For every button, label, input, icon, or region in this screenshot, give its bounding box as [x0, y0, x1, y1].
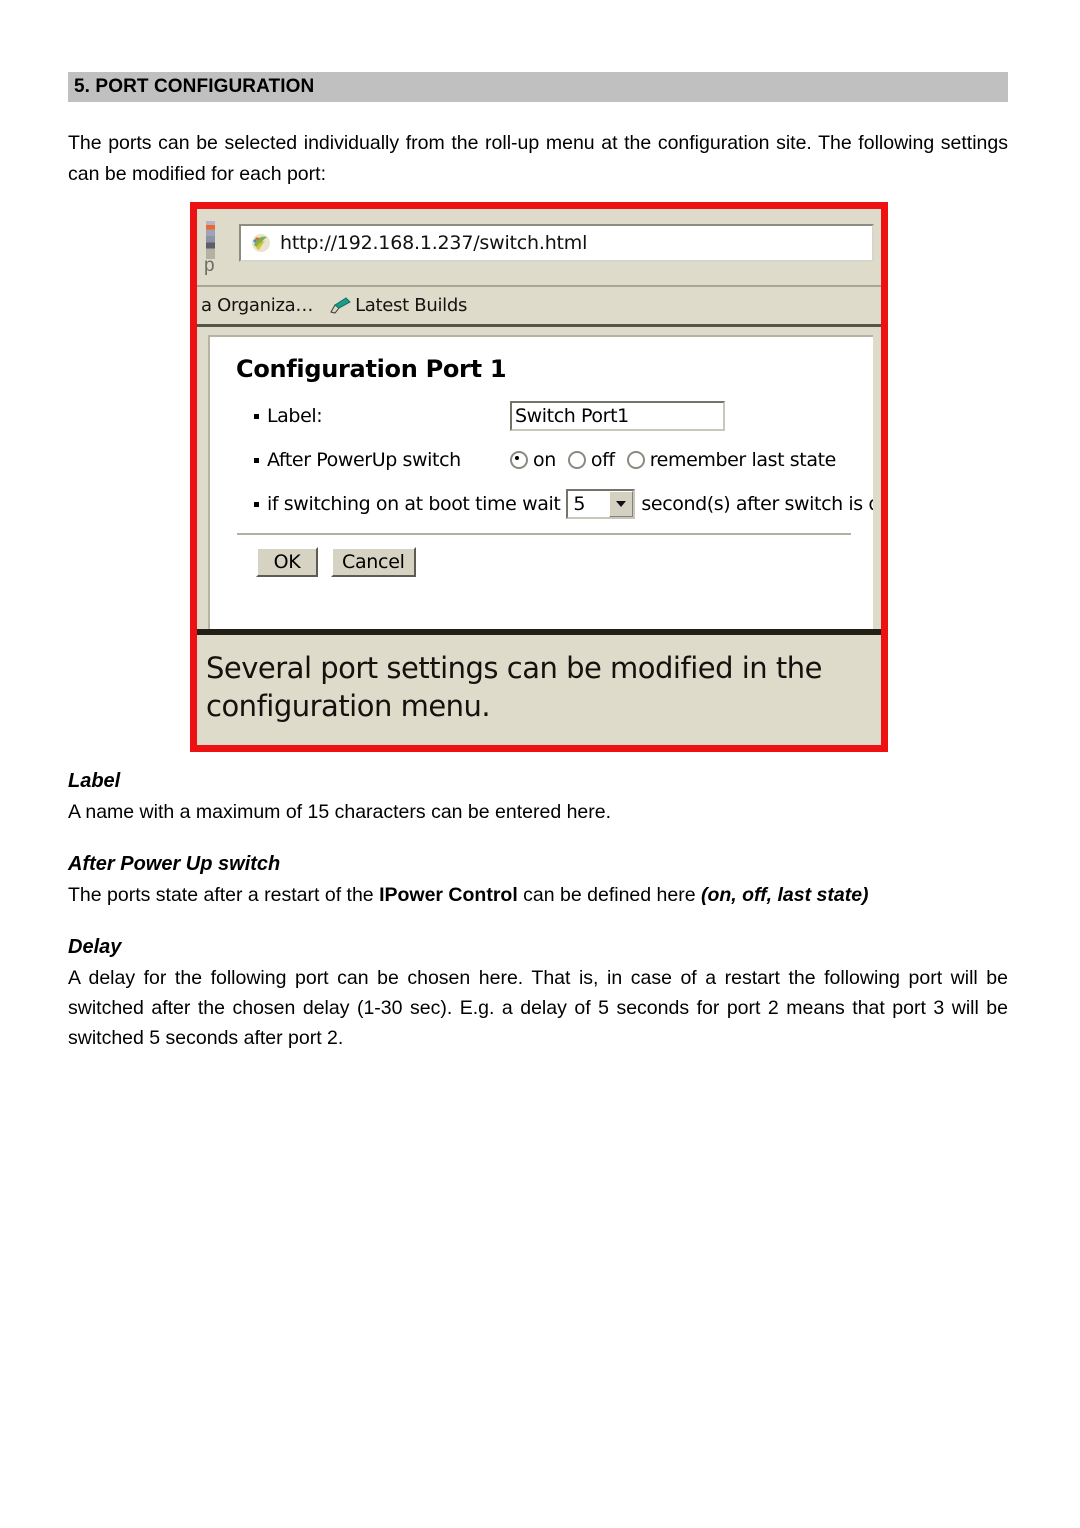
toolbar-icons-sliver — [206, 221, 215, 259]
bookmark-label: Latest Builds — [355, 295, 468, 316]
delay-prefix-text: if switching on at boot time wait — [267, 493, 561, 515]
chevron-down-icon[interactable] — [609, 491, 634, 517]
radio-remember-last-state-label: remember last state — [649, 449, 837, 471]
section-delay-paragraph: A delay for the following port can be ch… — [68, 967, 1008, 1049]
label-input[interactable]: Switch Port1 — [510, 401, 725, 431]
ok-button[interactable]: OK — [256, 547, 318, 577]
form-row-delay: if switching on at boot time wait 5 seco… — [232, 489, 873, 519]
firefox-favicon — [250, 232, 272, 254]
section-label-paragraph: A name with a maximum of 15 characters c… — [68, 801, 612, 823]
figure-caption: Several port settings can be modified in… — [197, 629, 881, 745]
description-sections: Label A name with a maximum of 15 charac… — [68, 770, 1008, 1079]
radio-off[interactable] — [567, 451, 586, 469]
configuration-form: Configuration Port 1 Label: Switch Port1… — [208, 335, 873, 631]
form-row-label: Label: Switch Port1 — [232, 401, 873, 431]
bullet-icon — [254, 413, 259, 419]
form-row-powerup: After PowerUp switch on off remember las… — [232, 449, 873, 471]
cancel-button[interactable]: Cancel — [331, 547, 416, 577]
radio-off-label: off — [590, 449, 615, 471]
powerup-field-label: After PowerUp switch — [232, 449, 510, 471]
address-bar[interactable]: http://192.168.1.237/switch.html — [239, 224, 874, 262]
apu-part1: The ports state after a restart of the — [68, 884, 380, 906]
intro-paragraph: The ports can be selected individually f… — [68, 132, 1008, 185]
page-title: 5. PORT CONFIGURATION — [74, 76, 315, 97]
toolbar-letter-fragment: p — [204, 255, 215, 276]
apu-part2: can be defined here — [517, 884, 701, 906]
form-buttons: OK Cancel — [256, 547, 873, 577]
apu-bold-italic: (on, off, last state) — [700, 884, 869, 906]
section-after-power-up-paragraph: The ports state after a restart of the I… — [68, 880, 1008, 910]
document-page: 5. PORT CONFIGURATION The ports can be s… — [68, 0, 1008, 210]
section-heading-bar: 5. PORT CONFIGURATION — [68, 72, 1008, 102]
browser-window: p http://192.168.1.237/switch.html a Org… — [197, 209, 881, 631]
section-after-power-up: After Power Up switch The ports state af… — [68, 853, 1008, 910]
bookmark-label: a Organiza… — [201, 295, 314, 316]
delay-suffix-text: second(s) after switch is on — [641, 493, 873, 515]
bookmark-item-latest-builds[interactable]: Latest Builds — [329, 295, 467, 316]
powerup-radio-group: on off remember last state — [510, 449, 848, 471]
form-divider — [237, 533, 851, 535]
browser-viewport: Configuration Port 1 Label: Switch Port1… — [197, 327, 881, 631]
label-field-label: Label: — [232, 405, 510, 427]
radio-on[interactable] — [510, 451, 528, 469]
section-after-power-up-heading: After Power Up switch — [68, 853, 281, 875]
bookmarks-bar: a Organiza… Latest Builds — [197, 287, 881, 327]
apu-bold: IPower Control — [379, 884, 518, 906]
bookmark-item-organiza[interactable]: a Organiza… — [201, 295, 313, 316]
section-label-heading: Label — [68, 770, 121, 792]
radio-on-label: on — [533, 449, 556, 471]
section-delay: Delay A delay for the following port can… — [68, 936, 1008, 1053]
url-text: http://192.168.1.237/switch.html — [280, 232, 588, 254]
label-text: Label: — [267, 405, 323, 427]
powerup-label-text: After PowerUp switch — [267, 449, 461, 471]
bullet-icon — [254, 501, 259, 507]
caption-line-2: configuration menu. — [206, 689, 491, 723]
caption-line-1: Several port settings can be modified in… — [206, 651, 822, 685]
radio-remember-last-state[interactable] — [626, 451, 645, 469]
configuration-title: Configuration Port 1 — [236, 355, 507, 383]
bullet-icon — [254, 457, 259, 463]
figure-screenshot: p http://192.168.1.237/switch.html a Org… — [190, 202, 888, 752]
delay-field-label: if switching on at boot time wait — [232, 493, 561, 515]
section-label: Label A name with a maximum of 15 charac… — [68, 770, 1008, 827]
browser-toolbar: p http://192.168.1.237/switch.html — [197, 209, 881, 287]
pencil-icon — [329, 297, 353, 314]
section-delay-heading: Delay — [68, 936, 122, 958]
delay-select-value: 5 — [573, 493, 586, 515]
delay-select[interactable]: 5 — [566, 489, 636, 519]
